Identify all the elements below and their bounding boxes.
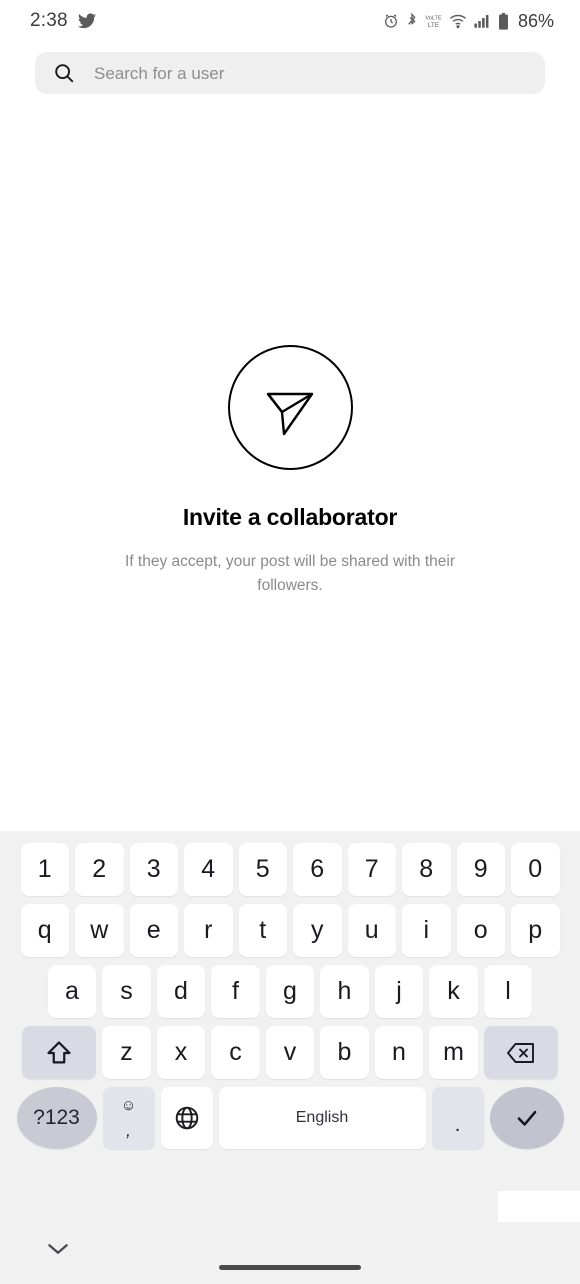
key-v[interactable]: v <box>265 1026 315 1079</box>
key-h[interactable]: h <box>320 965 369 1018</box>
key-z[interactable]: z <box>102 1026 151 1079</box>
key-0[interactable]: 0 <box>511 843 560 896</box>
key-r[interactable]: r <box>184 904 233 957</box>
key-c[interactable]: c <box>211 1026 260 1079</box>
home-indicator[interactable] <box>219 1265 361 1270</box>
key-u[interactable]: u <box>347 904 396 957</box>
keyboard-row-function: ?123 ☺ , English . <box>6 1087 574 1149</box>
key-3[interactable]: 3 <box>129 843 178 896</box>
key-o[interactable]: o <box>456 904 505 957</box>
on-screen-keyboard: 1 2 3 4 5 6 7 8 9 0 q w e r t y u i o p … <box>0 831 580 1284</box>
key-2[interactable]: 2 <box>75 843 124 896</box>
key-g[interactable]: g <box>265 965 315 1018</box>
key-8[interactable]: 8 <box>402 843 451 896</box>
backspace-icon[interactable] <box>483 1026 558 1079</box>
alarm-icon <box>383 13 399 29</box>
keyboard-row-bottom: z x c v b n m <box>6 1026 574 1079</box>
smiley-icon: ☺ <box>120 1096 137 1114</box>
globe-language-icon[interactable] <box>160 1087 213 1149</box>
key-7[interactable]: 7 <box>347 843 396 896</box>
status-bar-left: 2:38 <box>30 10 96 32</box>
key-b[interactable]: b <box>320 1026 369 1079</box>
key-4[interactable]: 4 <box>184 843 233 896</box>
empty-state: Invite a collaborator If they accept, yo… <box>0 345 580 598</box>
page-subtitle: If they accept, your post will be shared… <box>125 553 455 595</box>
key-x[interactable]: x <box>156 1026 206 1079</box>
search-placeholder: Search for a user <box>94 63 225 83</box>
key-k[interactable]: k <box>429 965 478 1018</box>
key-s[interactable]: s <box>102 965 151 1018</box>
key-n[interactable]: n <box>374 1026 424 1079</box>
svg-text:VoLTE: VoLTE <box>425 16 442 22</box>
twitter-bird-icon <box>77 13 96 29</box>
key-j[interactable]: j <box>374 965 424 1018</box>
key-5[interactable]: 5 <box>238 843 287 896</box>
bluetooth-icon <box>406 13 418 29</box>
key-t[interactable]: t <box>238 904 287 957</box>
key-9[interactable]: 9 <box>456 843 505 896</box>
emoji-key[interactable]: ☺ , <box>102 1087 155 1149</box>
chevron-down-icon[interactable] <box>45 1240 71 1263</box>
key-i[interactable]: i <box>402 904 451 957</box>
key-e[interactable]: e <box>129 904 178 957</box>
key-f[interactable]: f <box>211 965 260 1018</box>
navigation-bar <box>0 1222 580 1284</box>
status-bar-right: VoLTE LTE 86% <box>383 11 554 32</box>
keyboard-row-middle: a s d f g h j k l <box>6 965 574 1018</box>
checkmark-icon[interactable] <box>489 1087 564 1149</box>
key-m[interactable]: m <box>429 1026 478 1079</box>
comma-label: , <box>126 1120 131 1140</box>
keyboard-row-numbers: 1 2 3 4 5 6 7 8 9 0 <box>6 843 574 896</box>
key-l[interactable]: l <box>483 965 533 1018</box>
period-key[interactable]: . <box>431 1087 484 1149</box>
key-1[interactable]: 1 <box>20 843 69 896</box>
send-paper-plane-icon <box>227 345 353 470</box>
svg-text:LTE: LTE <box>428 22 440 29</box>
battery-icon <box>498 12 509 30</box>
phone-screen: 2:38 VoLTE LTE 86% Search for a user Inv… <box>0 0 580 1284</box>
status-bar: 2:38 VoLTE LTE 86% <box>0 0 580 42</box>
key-a[interactable]: a <box>47 965 97 1018</box>
key-d[interactable]: d <box>156 965 206 1018</box>
search-bar-container: Search for a user <box>35 52 545 94</box>
wifi-icon <box>449 13 467 29</box>
key-6[interactable]: 6 <box>293 843 342 896</box>
key-q[interactable]: q <box>20 904 69 957</box>
space-key[interactable]: English <box>218 1087 426 1149</box>
key-y[interactable]: y <box>293 904 342 957</box>
battery-percent: 86% <box>517 10 554 31</box>
page-title: Invite a collaborator <box>182 504 398 530</box>
cellular-signal-icon <box>474 13 491 29</box>
key-w[interactable]: w <box>75 904 124 957</box>
status-time: 2:38 <box>30 10 68 31</box>
volte-icon: VoLTE LTE <box>425 13 442 29</box>
shift-icon[interactable] <box>22 1026 97 1079</box>
keyboard-row-top: q w e r t y u i o p <box>6 904 574 957</box>
symbols-key[interactable]: ?123 <box>16 1087 97 1149</box>
search-icon <box>53 62 75 84</box>
search-input[interactable]: Search for a user <box>35 52 545 94</box>
key-p[interactable]: p <box>511 904 560 957</box>
